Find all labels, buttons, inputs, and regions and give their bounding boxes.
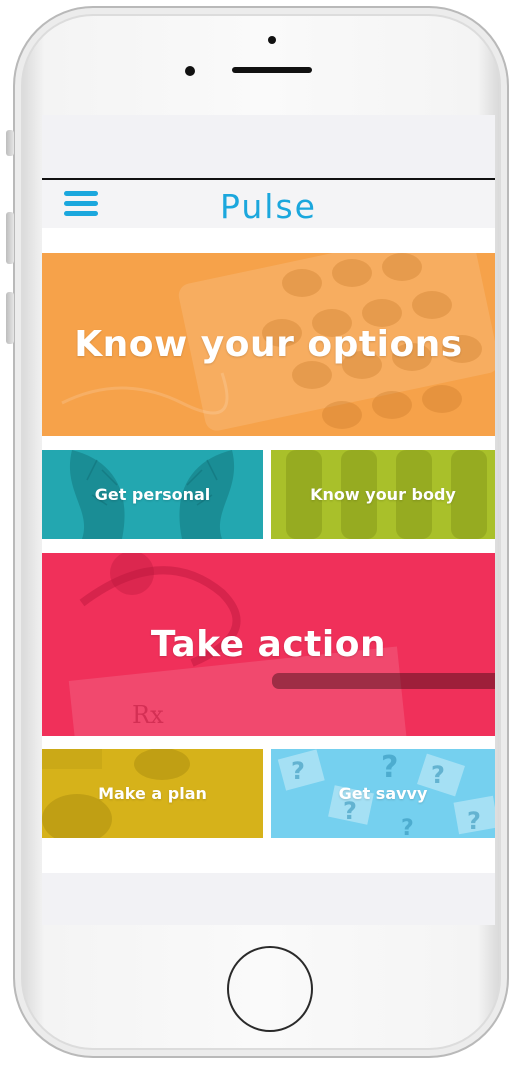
status-bar-area bbox=[42, 115, 495, 178]
tile-get-personal[interactable]: Get personal bbox=[42, 450, 263, 539]
tile-label: Know your body bbox=[310, 485, 456, 504]
svg-text:?: ? bbox=[381, 750, 398, 785]
svg-text:Rx: Rx bbox=[132, 701, 164, 729]
proximity-sensor bbox=[268, 36, 276, 44]
tile-label: Take action bbox=[150, 624, 387, 665]
svg-text:?: ? bbox=[401, 816, 414, 838]
tile-know-your-body[interactable]: Know your body bbox=[271, 450, 495, 539]
svg-text:?: ? bbox=[291, 757, 305, 785]
tile-take-action[interactable]: Rx Take action bbox=[42, 553, 495, 736]
home-button-icon[interactable] bbox=[227, 946, 313, 1032]
tile-grid: Know your options Get personal Know your… bbox=[42, 228, 495, 873]
bottom-bezel-area bbox=[42, 873, 495, 925]
app-screen: Pulse Know your options Get personal Kno… bbox=[42, 115, 495, 873]
tile-label: Get personal bbox=[94, 485, 211, 504]
tile-make-a-plan[interactable]: Make a plan bbox=[42, 749, 263, 838]
tile-get-savvy[interactable]: ? ? ? ? ? ? Get savvy bbox=[271, 749, 495, 838]
app-title: Pulse bbox=[220, 187, 317, 226]
tile-label: Get savvy bbox=[338, 784, 428, 803]
volume-up-button bbox=[6, 212, 14, 264]
tile-label: Make a plan bbox=[98, 784, 207, 803]
svg-text:?: ? bbox=[431, 761, 445, 789]
front-camera bbox=[185, 66, 195, 76]
tile-label: Know your options bbox=[74, 324, 463, 365]
top-nav-bar: Pulse bbox=[42, 178, 495, 228]
mute-switch bbox=[6, 130, 14, 156]
earpiece-speaker bbox=[232, 67, 312, 73]
volume-down-button bbox=[6, 292, 14, 344]
svg-text:?: ? bbox=[467, 807, 481, 835]
tile-know-your-options[interactable]: Know your options bbox=[42, 253, 495, 436]
